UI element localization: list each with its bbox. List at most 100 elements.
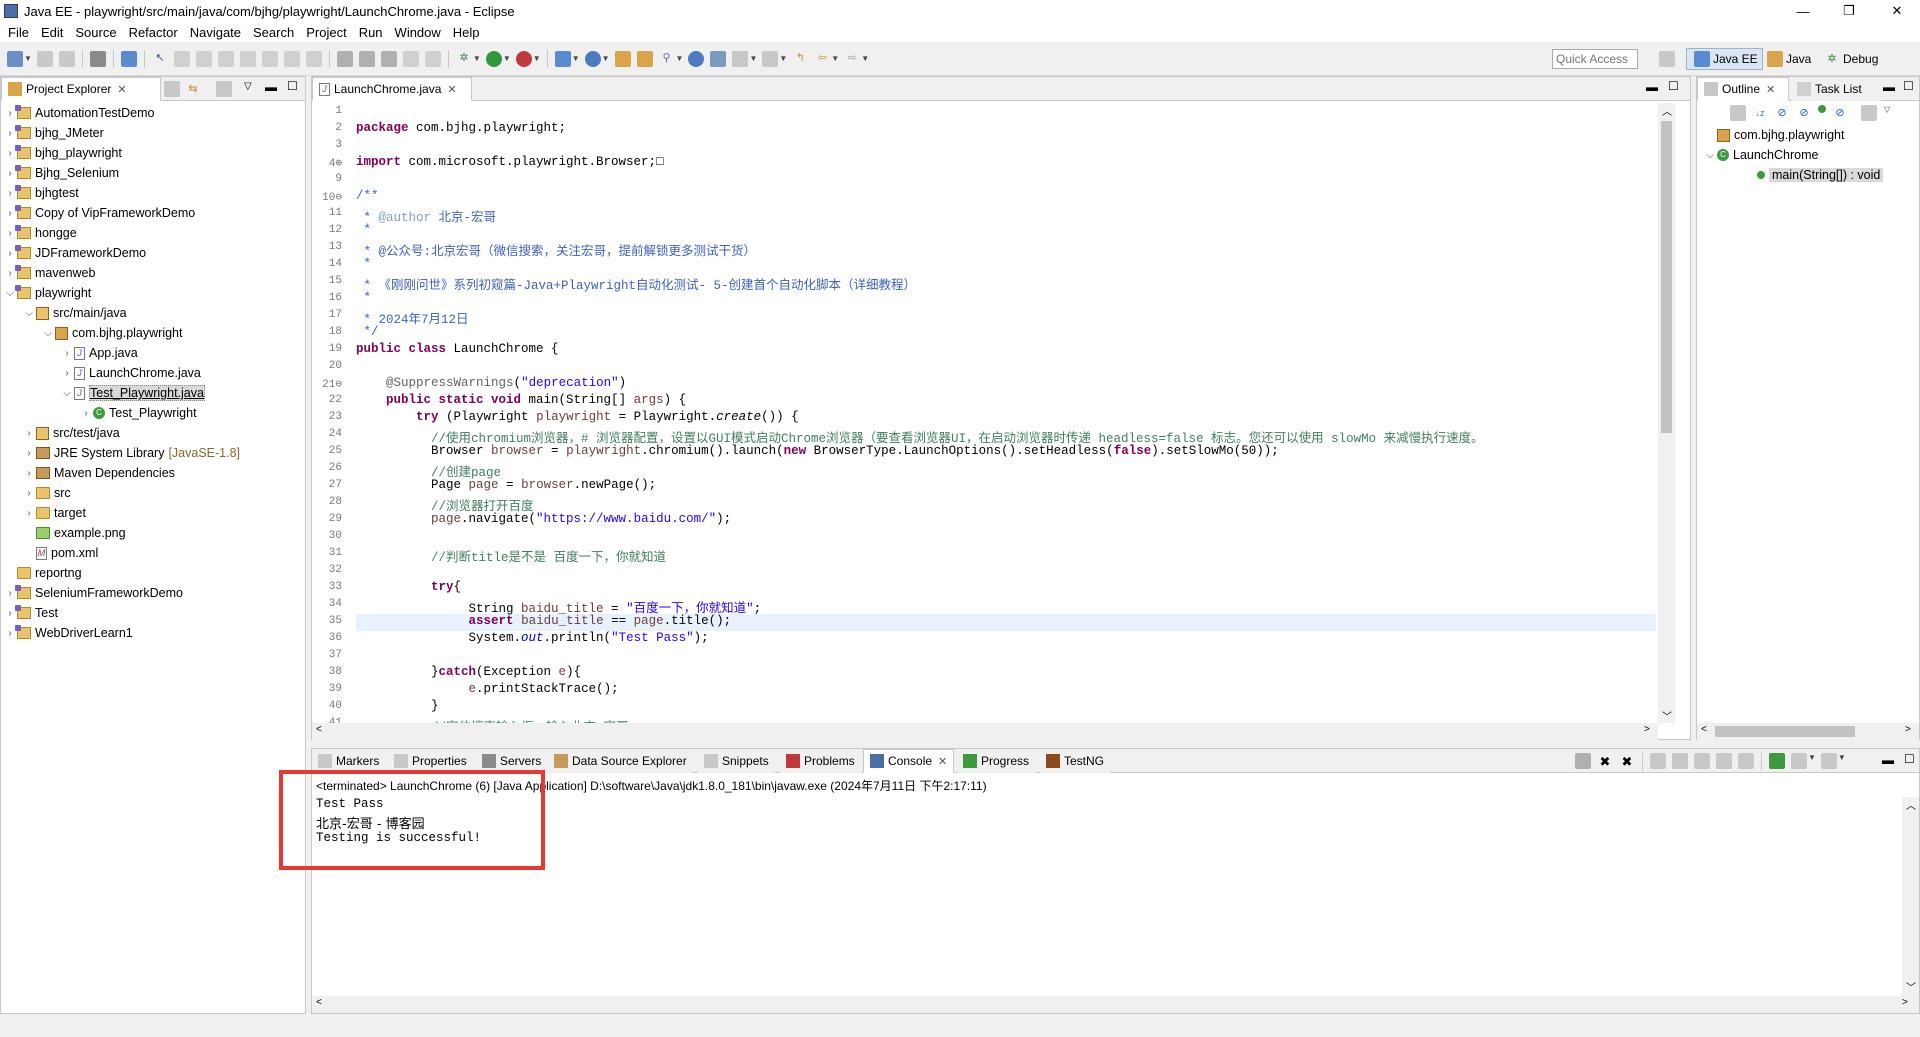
collapse-all-icon[interactable]	[1730, 105, 1746, 121]
mark-occurrences-icon[interactable]	[358, 50, 375, 67]
tree-item[interactable]: reportng	[1, 563, 82, 583]
chevron-right-icon[interactable]: ›	[60, 348, 74, 359]
menu-window[interactable]: Window	[389, 25, 447, 40]
tree-item[interactable]: › mavenweb	[1, 263, 95, 283]
chevron-down-icon[interactable]: ⌵	[1703, 150, 1717, 161]
scroll-thumb[interactable]	[1661, 121, 1672, 433]
search-icon[interactable]: ⚲	[659, 51, 675, 67]
toggle-breadcrumb-icon[interactable]	[380, 50, 397, 67]
prev-annotation-icon[interactable]	[762, 50, 779, 67]
quick-access-input[interactable]	[1552, 49, 1638, 69]
tab-launchchrome-java[interactable]: J LaunchChrome.java ✕	[312, 77, 472, 101]
block-selection-icon[interactable]	[402, 50, 419, 67]
tree-item[interactable]: › SeleniumFrameworkDemo	[1, 583, 183, 603]
tree-item[interactable]: › Bjhg_Selenium	[1, 163, 119, 183]
chevron-down-icon[interactable]: ⌵	[22, 308, 36, 319]
save-all-icon[interactable]	[58, 50, 75, 67]
minimize-view-icon[interactable]: ▬	[1883, 80, 1895, 94]
minimize-button[interactable]: —	[1780, 0, 1826, 22]
minimize-view-icon[interactable]: ▬	[265, 80, 277, 94]
tab-progress[interactable]: Progress	[957, 749, 1036, 773]
maximize-view-icon[interactable]: ☐	[287, 79, 298, 93]
code-line[interactable]: *	[356, 257, 372, 271]
code-line[interactable]: //判断title是不是 百度一下，你就知道	[356, 546, 666, 565]
console-vertical-scrollbar[interactable]: ︿ ﹀	[1902, 797, 1919, 997]
tree-item[interactable]: › J App.java	[1, 343, 137, 363]
pin-console-icon[interactable]	[1769, 753, 1785, 769]
outline-horizontal-scrollbar[interactable]: < >	[1697, 723, 1919, 740]
tree-item[interactable]: Mpom.xml	[1, 543, 98, 563]
tree-item[interactable]: › Maven Dependencies	[1, 463, 175, 483]
chevron-right-icon[interactable]: ›	[22, 428, 36, 439]
code-line[interactable]: public static void main(String[] args) {	[356, 393, 686, 407]
pointer-icon[interactable]: ↖	[152, 51, 168, 67]
last-edit-icon[interactable]: ↰	[792, 51, 808, 67]
view-menu-icon[interactable]: ▽	[1884, 105, 1890, 123]
tab-data-source-explorer[interactable]: Data Source Explorer	[548, 749, 693, 773]
tree-item[interactable]: ⌵ playwright	[1, 283, 91, 303]
tab-testng[interactable]: TestNG	[1040, 749, 1111, 773]
clear-console-icon[interactable]	[1650, 753, 1666, 769]
code-line[interactable]: e.printStackTrace();	[356, 682, 619, 696]
scroll-up-icon[interactable]: ︿	[1906, 797, 1916, 812]
code-line[interactable]: *	[356, 291, 372, 305]
outline-item[interactable]: ⌵ C LaunchChrome	[1697, 145, 1818, 165]
close-button[interactable]: ✕	[1874, 0, 1920, 22]
next-annotation-icon[interactable]	[732, 50, 749, 67]
code-line[interactable]: package com.bjhg.playwright;	[356, 121, 566, 135]
maximize-view-icon[interactable]: ☐	[1904, 752, 1915, 766]
tree-item[interactable]: › bjhg_playwright	[1, 143, 122, 163]
close-icon[interactable]: ✕	[1766, 83, 1775, 96]
perspective-java[interactable]: Java	[1760, 48, 1815, 70]
maximize-view-icon[interactable]: ☐	[1903, 79, 1914, 93]
open-console-icon[interactable]	[1820, 753, 1837, 769]
tab-project-explorer[interactable]: Project Explorer ✕	[1, 77, 161, 101]
outline-item[interactable]: com.bjhg.playwright	[1697, 125, 1844, 145]
terminate-icon[interactable]	[1575, 753, 1591, 769]
close-icon[interactable]: ✕	[938, 755, 947, 768]
minimize-view-icon[interactable]: ▬	[1882, 753, 1894, 767]
tree-item[interactable]: › JRE System Library [JavaSE-1.8]	[1, 443, 240, 463]
minimize-view-icon[interactable]: ▬	[1646, 80, 1658, 94]
remove-all-terminated-icon[interactable]: ✖	[1619, 753, 1635, 769]
menu-search[interactable]: Search	[247, 25, 300, 40]
editor-vertical-scrollbar[interactable]: ︿ ﹀	[1658, 103, 1675, 723]
tree-item[interactable]: › WebDriverLearn1	[1, 623, 133, 643]
menu-run[interactable]: Run	[353, 25, 389, 40]
chevron-right-icon[interactable]: ›	[22, 508, 36, 519]
step-over-icon[interactable]	[283, 50, 300, 67]
tree-item[interactable]: › JDFrameworkDemo	[1, 243, 146, 263]
menu-navigate[interactable]: Navigate	[184, 25, 247, 40]
code-line[interactable]: //定位搜索输入框，输入北京-宏哥	[356, 716, 629, 723]
chevron-right-icon[interactable]: ›	[22, 488, 36, 499]
maximize-view-icon[interactable]: ☐	[1668, 79, 1679, 93]
collapse-all-icon[interactable]	[164, 81, 180, 97]
filter-icon[interactable]	[216, 81, 232, 97]
word-wrap-icon[interactable]	[1694, 753, 1710, 769]
code-line[interactable]: * @公众号:北京宏哥（微信搜索，关注宏哥，提前解锁更多测试干货）	[356, 240, 757, 259]
link-with-editor-icon[interactable]: ⇆	[185, 81, 201, 97]
code-line[interactable]: @SuppressWarnings("deprecation")	[356, 376, 626, 390]
tree-item[interactable]: › target	[1, 503, 86, 523]
scroll-thumb[interactable]	[1715, 726, 1855, 737]
code-line[interactable]: Browser browser = playwright.chromium().…	[356, 444, 1279, 458]
outline-item[interactable]: main(String[]) : void	[1697, 165, 1884, 185]
scroll-left-icon[interactable]: <	[1701, 724, 1707, 735]
close-icon[interactable]: ✕	[447, 83, 456, 96]
perspective-debug[interactable]: ✲ Debug	[1817, 48, 1882, 70]
code-line[interactable]: /**	[356, 189, 379, 203]
code-line[interactable]: try (Playwright playwright = Playwright.…	[356, 410, 799, 424]
code-line[interactable]: }	[356, 699, 439, 713]
resume-icon[interactable]	[173, 50, 190, 67]
scroll-lock-icon[interactable]	[1672, 753, 1688, 769]
chevron-down-icon[interactable]: ⌵	[60, 388, 74, 399]
code-line[interactable]: * @author 北京-宏哥	[356, 206, 497, 225]
editor-horizontal-scrollbar[interactable]: < >	[312, 723, 1658, 740]
chevron-down-icon[interactable]: ⌵	[41, 328, 55, 339]
menu-file[interactable]: File	[2, 25, 35, 40]
tab-outline[interactable]: Outline ✕	[1697, 77, 1789, 101]
hide-local-types-icon[interactable]: ⊘	[1832, 105, 1848, 121]
remove-launch-icon[interactable]: ✖	[1597, 753, 1613, 769]
tree-item[interactable]: ⌵ J Test_Playwright.java	[1, 383, 205, 403]
disconnect-icon[interactable]	[239, 50, 256, 67]
